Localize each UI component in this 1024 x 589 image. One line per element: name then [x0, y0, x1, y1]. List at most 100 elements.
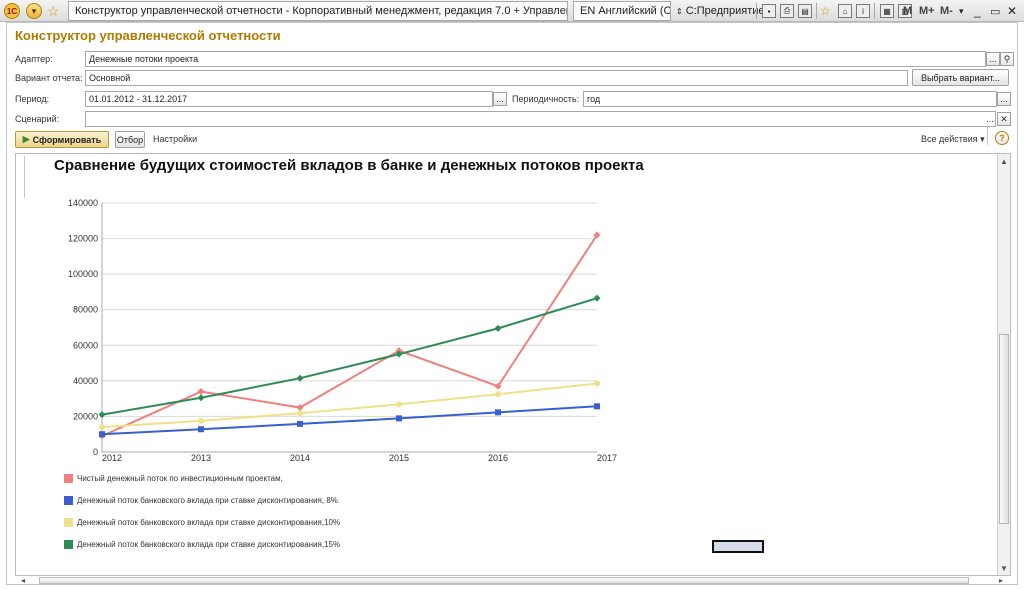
adapter-search-icon[interactable]: ⚲ — [1000, 52, 1014, 66]
x-tick-label: 2012 — [102, 453, 122, 463]
periodicity-select-button[interactable]: ... — [997, 92, 1011, 106]
close-icon[interactable]: ✕ — [1007, 0, 1017, 22]
play-icon: ▶ — [22, 134, 30, 144]
all-actions-label: Все действия — [921, 134, 978, 144]
report-constructor-window: Конструктор управленческой отчетности Ад… — [6, 22, 1018, 585]
info-icon[interactable]: i — [856, 4, 870, 18]
y-tick-label: 120000 — [68, 234, 98, 244]
hscroll-thumb[interactable] — [39, 577, 969, 584]
legend-item: Денежный поток банковского вклада при ст… — [64, 518, 340, 527]
favorites-star-icon[interactable]: ☆ — [47, 0, 60, 22]
calculator-icon[interactable]: ▦ — [880, 4, 894, 18]
scenario-select-button[interactable]: ... — [983, 112, 997, 126]
scroll-up-icon[interactable]: ▲ — [998, 155, 1010, 167]
horizontal-scrollbar[interactable]: ◂ ▸ — [15, 574, 1011, 586]
separator — [816, 3, 817, 19]
period-select-button[interactable]: ... — [493, 92, 507, 106]
periodicity-field[interactable]: год — [583, 91, 997, 107]
settings-button[interactable]: Настройки — [153, 134, 197, 144]
data-point — [495, 391, 501, 398]
generate-button[interactable]: ▶ Сформировать — [15, 131, 109, 148]
data-point — [198, 417, 204, 424]
language-indicator[interactable]: EN Английский (США) — [573, 1, 671, 21]
variant-field[interactable]: Основной — [85, 70, 908, 86]
x-tick-label: 2015 — [389, 453, 409, 463]
periodicity-label: Периодичность: — [512, 94, 580, 104]
adapter-select-button[interactable]: ... — [986, 52, 1000, 66]
memory-mplus-button[interactable]: M+ — [919, 0, 935, 22]
legend-swatch — [64, 540, 73, 549]
help-icon[interactable]: ? — [995, 131, 1009, 145]
legend-item: Денежный поток банковского вклада при ст… — [64, 540, 340, 549]
period-field[interactable]: 01.01.2012 - 31.12.2017 — [85, 91, 493, 107]
period-label: Период: — [15, 94, 50, 104]
data-point — [98, 411, 106, 419]
y-tick-label: 60000 — [73, 340, 98, 350]
data-point — [594, 380, 600, 387]
y-tick-label: 100000 — [68, 269, 98, 279]
add-favorite-icon[interactable]: ☆ — [820, 0, 831, 22]
separator — [987, 127, 988, 145]
x-tick-label: 2017 — [597, 453, 617, 463]
form-title: Конструктор управленческой отчетности — [15, 28, 281, 43]
group-bracket — [24, 156, 25, 198]
scroll-left-icon[interactable]: ◂ — [17, 574, 29, 586]
menu-dropdown-icon[interactable]: ▾ — [26, 3, 42, 19]
variant-label: Вариант отчета: — [15, 73, 83, 83]
separator — [874, 3, 875, 19]
dropdown-arrow-icon: ▾ — [980, 134, 985, 144]
data-point — [494, 324, 502, 332]
scenario-field[interactable] — [85, 111, 996, 127]
series-line-0 — [101, 234, 598, 437]
separator — [756, 3, 757, 19]
y-tick-label: 140000 — [68, 198, 98, 208]
legend-label: Чистый денежный поток по инвестиционным … — [77, 474, 283, 483]
y-tick-label: 0 — [93, 447, 98, 457]
enterprise-menu[interactable]: ⇕ С:Предприятие — [676, 0, 765, 22]
memory-m-button[interactable]: M — [903, 0, 912, 22]
y-tick-label: 20000 — [73, 411, 98, 421]
memory-mminus-button[interactable]: M- — [940, 0, 953, 22]
app-logo-icon[interactable]: 1С — [4, 3, 20, 19]
maximize-icon[interactable]: ▭ — [990, 0, 1000, 22]
data-point — [99, 431, 105, 438]
legend-label: Денежный поток банковского вклада при ст… — [77, 496, 338, 505]
selected-cell[interactable] — [712, 540, 764, 553]
legend-item: Чистый денежный поток по инвестиционным … — [64, 474, 283, 483]
report-title: Сравнение будущих стоимостей вкладов в б… — [54, 157, 644, 174]
data-point — [297, 410, 303, 417]
window-title-tab[interactable]: Конструктор управленческой отчетности - … — [68, 1, 568, 21]
series-line-1 — [101, 405, 598, 436]
vertical-scrollbar[interactable]: ▲ ▼ — [997, 154, 1010, 575]
data-point — [198, 426, 204, 433]
history-icon[interactable]: ⌂ — [838, 4, 852, 18]
minimize-icon[interactable]: _ — [974, 0, 981, 22]
data-point — [495, 409, 501, 416]
x-tick-label: 2013 — [191, 453, 211, 463]
legend-swatch — [64, 518, 73, 527]
legend-swatch — [64, 474, 73, 483]
report-area[interactable]: Сравнение будущих стоимостей вкладов в б… — [15, 153, 1011, 576]
legend-swatch — [64, 496, 73, 505]
enterprise-label: С:Предприятие — [685, 5, 765, 17]
legend-item: Денежный поток банковского вклада при ст… — [64, 496, 338, 505]
preview-icon[interactable]: ▤ — [798, 4, 812, 18]
scroll-down-icon[interactable]: ▼ — [998, 562, 1010, 574]
save-icon[interactable]: ▪ — [762, 4, 776, 18]
x-tick-label: 2014 — [290, 453, 310, 463]
print-icon[interactable]: ⎙ — [780, 4, 794, 18]
scroll-right-icon[interactable]: ▸ — [995, 574, 1007, 586]
scroll-thumb[interactable] — [999, 334, 1009, 524]
adapter-field[interactable]: Денежные потоки проекта — [85, 51, 986, 67]
toolbar-dropdown-icon[interactable]: ▾ — [959, 0, 964, 22]
adapter-label: Адаптер: — [15, 54, 53, 64]
scenario-clear-icon[interactable]: ✕ — [997, 112, 1011, 126]
data-point — [99, 424, 105, 431]
all-actions-menu[interactable]: Все действия ▾ — [921, 134, 985, 145]
choose-variant-button[interactable]: Выбрать вариант... — [912, 69, 1009, 86]
filter-button[interactable]: Отбор — [115, 131, 145, 148]
data-point — [396, 415, 402, 422]
data-point — [197, 394, 205, 402]
y-tick-label: 40000 — [73, 376, 98, 386]
data-point — [297, 420, 303, 427]
